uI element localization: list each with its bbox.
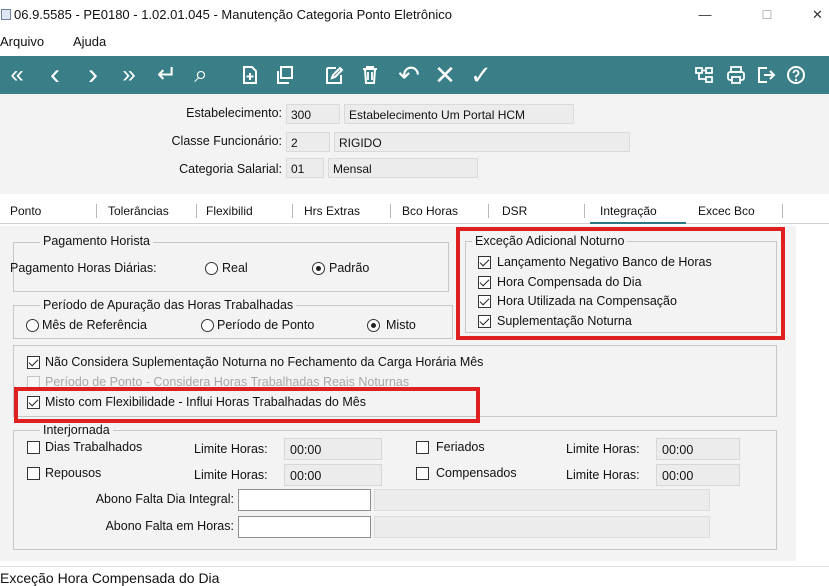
nao-considera-checkbox[interactable] xyxy=(27,356,40,369)
abono-horas-label: Abono Falta em Horas: xyxy=(105,519,234,533)
delete-record-icon[interactable] xyxy=(360,65,380,85)
edit-record-icon[interactable] xyxy=(324,65,344,85)
categoria-desc-field: Mensal xyxy=(328,158,478,178)
confirm-button[interactable]: ✓ xyxy=(466,58,496,92)
feriados-limite-label: Limite Horas: xyxy=(566,442,640,456)
first-record-button[interactable]: « xyxy=(2,58,32,92)
periodo-ponto-label[interactable]: Período de Ponto xyxy=(217,318,314,332)
tab-tolerancias[interactable]: Tolerâncias xyxy=(108,204,169,218)
tab-separator xyxy=(782,204,783,218)
print-icon[interactable] xyxy=(726,65,746,85)
padrao-radio-label[interactable]: Padrão xyxy=(329,261,369,275)
mes-referencia-radio[interactable] xyxy=(26,319,39,332)
abono-integral-code-field[interactable] xyxy=(238,489,371,511)
help-icon[interactable] xyxy=(786,65,806,85)
next-record-button[interactable]: › xyxy=(78,58,108,92)
misto-radio-label[interactable]: Misto xyxy=(386,318,416,332)
pagamento-horista-title: Pagamento Horista xyxy=(40,234,154,248)
classe-code-field[interactable]: 2 xyxy=(286,132,330,152)
dias-limite-label: Limite Horas: xyxy=(194,442,268,456)
classe-label: Classe Funcionário: xyxy=(171,134,282,148)
menu-bar: Arquivo Ajuda xyxy=(0,32,829,54)
abono-horas-code-field[interactable] xyxy=(238,516,371,538)
classe-desc-field: RIGIDO xyxy=(334,132,630,152)
abono-integral-label: Abono Falta Dia Integral: xyxy=(95,492,234,506)
window-title: 06.9.5585 - PE0180 - 1.02.01.045 - Manut… xyxy=(14,7,452,22)
tab-flexibilid[interactable]: Flexibilid xyxy=(206,204,253,218)
periodo-ponto-radio[interactable] xyxy=(201,319,214,332)
goto-record-button[interactable]: ↵ xyxy=(152,58,182,92)
tab-separator xyxy=(292,204,293,218)
dias-trabalhados-label[interactable]: Dias Trabalhados xyxy=(45,440,142,454)
tab-ponto[interactable]: Ponto xyxy=(10,204,41,218)
minimize-button[interactable]: — xyxy=(690,4,720,26)
dias-limite-field[interactable]: 00:00 xyxy=(284,438,382,460)
mes-referencia-label[interactable]: Mês de Referência xyxy=(42,318,147,332)
tab-separator xyxy=(488,204,489,218)
search-button[interactable]: ⌕ xyxy=(186,58,216,92)
toolbar: « ‹ › » ↵ ⌕ ↶ ✕ ✓ xyxy=(0,56,829,94)
last-record-button[interactable]: » xyxy=(114,58,144,92)
interjornada-title: Interjornada xyxy=(40,423,113,437)
feriados-limite-field[interactable]: 00:00 xyxy=(656,438,740,460)
tab-integracao[interactable]: Integração xyxy=(600,204,657,218)
abono-horas-desc-field xyxy=(374,516,710,538)
real-radio[interactable] xyxy=(205,262,218,275)
nao-considera-label[interactable]: Não Considera Suplementação Noturna no F… xyxy=(45,355,483,369)
repousos-checkbox[interactable] xyxy=(27,467,40,480)
tab-separator xyxy=(584,204,585,218)
compensados-checkbox[interactable] xyxy=(416,467,429,480)
pagamento-horas-label: Pagamento Horas Diárias: xyxy=(10,261,157,275)
title-bar: 06.9.5585 - PE0180 - 1.02.01.045 - Manut… xyxy=(0,0,829,32)
estabelecimento-code-field[interactable]: 300 xyxy=(286,104,340,124)
abono-integral-desc-field xyxy=(374,489,710,511)
tab-separator xyxy=(96,204,97,218)
copy-record-icon[interactable] xyxy=(274,65,294,85)
exit-icon[interactable] xyxy=(756,65,776,85)
feriados-label[interactable]: Feriados xyxy=(436,440,485,454)
dias-trabalhados-checkbox[interactable] xyxy=(27,441,40,454)
tab-excec-bco[interactable]: Excec Bco xyxy=(698,204,755,218)
categoria-label: Categoria Salarial: xyxy=(179,162,282,176)
padrao-radio[interactable] xyxy=(312,262,325,275)
tab-separator xyxy=(196,204,197,218)
status-text: Exceção Hora Compensada do Dia xyxy=(0,570,220,586)
real-radio-label[interactable]: Real xyxy=(222,261,248,275)
undo-button[interactable]: ↶ xyxy=(394,58,424,92)
maximize-button[interactable]: ☐ xyxy=(752,4,782,26)
estabelecimento-label: Estabelecimento: xyxy=(186,106,282,120)
tab-hrs-extras[interactable]: Hrs Extras xyxy=(304,204,360,218)
status-bar: Exceção Hora Compensada do Dia xyxy=(0,566,829,586)
tab-strip: Ponto Tolerâncias Flexibilid Hrs Extras … xyxy=(0,196,829,224)
misto-radio[interactable] xyxy=(367,319,380,332)
previous-record-button[interactable]: ‹ xyxy=(40,58,70,92)
tab-bco-horas[interactable]: Bco Horas xyxy=(402,204,458,218)
header-panel: Estabelecimento: 300 Estabelecimento Um … xyxy=(0,94,829,194)
cancel-button[interactable]: ✕ xyxy=(430,58,460,92)
menu-ajuda[interactable]: Ajuda xyxy=(73,34,106,49)
repousos-limite-label: Limite Horas: xyxy=(194,468,268,482)
feriados-checkbox[interactable] xyxy=(416,441,429,454)
close-button[interactable]: ✕ xyxy=(806,4,829,26)
highlight-misto-flex xyxy=(14,387,480,423)
compensados-limite-label: Limite Horas: xyxy=(566,468,640,482)
periodo-apuracao-title: Período de Apuração das Horas Trabalhada… xyxy=(40,298,297,312)
structure-icon[interactable] xyxy=(694,65,714,85)
highlight-excecao xyxy=(456,227,785,340)
repousos-limite-field[interactable]: 00:00 xyxy=(284,464,382,486)
categoria-code-field[interactable]: 01 xyxy=(286,158,324,178)
tab-separator xyxy=(390,204,391,218)
estabelecimento-desc-field: Estabelecimento Um Portal HCM xyxy=(344,104,574,124)
new-record-icon[interactable] xyxy=(240,65,260,85)
menu-arquivo[interactable]: Arquivo xyxy=(0,34,44,49)
compensados-limite-field[interactable]: 00:00 xyxy=(656,464,740,486)
tab-dsr[interactable]: DSR xyxy=(502,204,527,218)
repousos-label[interactable]: Repousos xyxy=(45,466,101,480)
compensados-label[interactable]: Compensados xyxy=(436,466,517,480)
active-tab-indicator xyxy=(590,222,686,224)
app-icon xyxy=(1,9,11,20)
